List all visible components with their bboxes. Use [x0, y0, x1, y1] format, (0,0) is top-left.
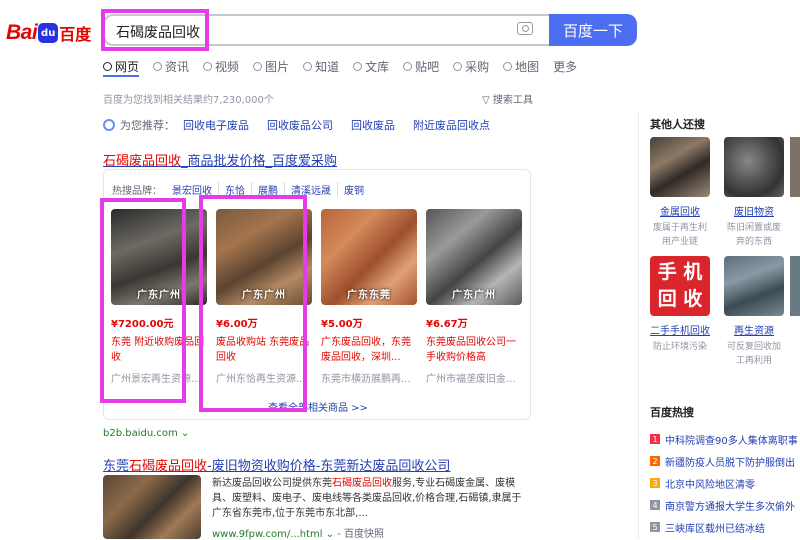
- product-card[interactable]: 广东东莞 ¥5.00万 广东废品回收，东莞废品回收，深圳... 东莞市横沥展鹏再…: [321, 209, 417, 389]
- product-name: 废品收购站 东莞废品回收: [216, 337, 310, 363]
- doc-icon: [353, 61, 363, 71]
- ad-result-title[interactable]: 石碣废品回收_商品批发价格_百度爱采购: [103, 150, 337, 169]
- hot-search-list: 1 中科院调查90多人集体离职事 2 新疆防疫人员脱下防护服倒出 3 北京中风险地区清…: [650, 428, 800, 538]
- search-tabs: 网页 资讯 视频 图片 知道 文库 贴吧 采购 地图 更多: [103, 56, 591, 76]
- product-price: ¥6.67万: [426, 319, 468, 330]
- search-query[interactable]: 石碣废品回收: [116, 22, 200, 42]
- hot-search-item[interactable]: 1 中科院调查90多人集体离职事: [650, 428, 800, 450]
- recommend-label: 为您推荐：: [120, 119, 175, 132]
- related-image: [724, 137, 784, 197]
- tab-video[interactable]: 视频: [203, 56, 239, 76]
- others-search-title: 其他人还搜: [650, 118, 705, 131]
- related-search-item[interactable]: 金属回收 废属于再生利用产业链: [650, 137, 710, 249]
- brand-link[interactable]: 东恰: [219, 182, 252, 197]
- recommend-item[interactable]: 附近废品回收点: [413, 117, 490, 133]
- hot-search-item[interactable]: 3 北京中风险地区清零: [650, 472, 800, 494]
- video-icon: [203, 61, 213, 71]
- recommend-item[interactable]: 回收废品公司: [267, 117, 333, 133]
- search-icon: [103, 61, 112, 71]
- camera-icon[interactable]: [517, 22, 533, 35]
- more-goods-link[interactable]: 查看全部相关商品 >>: [268, 399, 368, 414]
- tab-more[interactable]: 更多: [553, 56, 577, 76]
- hot-brands: 热搜品牌： 景宏回收 东恰 展鹏 清溪远晟 废铜: [112, 182, 370, 197]
- hot-search-item[interactable]: 4 南京警方通报大学生多次偷外: [650, 494, 800, 516]
- tieba-icon: [403, 61, 413, 71]
- news-icon: [153, 61, 163, 71]
- baidu-logo[interactable]: Bai du 百度: [6, 18, 91, 48]
- related-image-partial: [790, 137, 800, 197]
- product-price: ¥5.00万: [321, 319, 363, 330]
- product-card[interactable]: 广东广州 ¥6.00万 废品收购站 东莞废品回收 广州东恰再生资源...: [216, 209, 312, 389]
- hot-search-item[interactable]: 2 新疆防疫人员脱下防护服倒出: [650, 450, 800, 472]
- question-icon: [303, 61, 313, 71]
- recommend-bar: 为您推荐： 回收电子废品 回收废品公司 回收废品 附近废品回收点: [103, 117, 508, 133]
- tab-caigou[interactable]: 采购: [453, 56, 489, 76]
- image-icon: [253, 61, 263, 71]
- recommend-item[interactable]: 回收电子废品: [183, 117, 249, 133]
- active-tab-underline: [103, 75, 139, 77]
- result-url[interactable]: www.9fpw.com/...html ⌄ - 百度快照: [212, 525, 384, 540]
- tab-tieba[interactable]: 贴吧: [403, 56, 439, 76]
- related-search-item[interactable]: 再生资源 可反复回收加工再利用: [724, 256, 784, 368]
- hot-search-item[interactable]: 5 三峡库区载州已结冰结: [650, 516, 800, 538]
- tab-news[interactable]: 资讯: [153, 56, 189, 76]
- tab-zhidao[interactable]: 知道: [303, 56, 339, 76]
- tab-web[interactable]: 网页: [103, 56, 139, 76]
- product-shop: 广州景宏再生资源...: [111, 374, 201, 385]
- product-shop: 东莞市横沥展鹏再...: [321, 374, 411, 385]
- product-shop: 广州东恰再生资源...: [216, 374, 306, 385]
- product-image: 广东广州: [216, 209, 312, 305]
- product-image: 广东广州: [111, 209, 207, 305]
- column-divider: [638, 112, 639, 539]
- tab-map[interactable]: 地图: [503, 56, 539, 76]
- brand-link[interactable]: 废铜: [338, 182, 370, 197]
- logo-text: Bai: [6, 21, 38, 44]
- brand-link[interactable]: 展鹏: [252, 182, 285, 197]
- recommend-icon: [103, 119, 115, 131]
- recommend-item[interactable]: 回收废品: [351, 117, 395, 133]
- related-search-item[interactable]: 手 机回 收 二手手机回收 防止环境污染: [650, 256, 710, 354]
- tab-images[interactable]: 图片: [253, 56, 289, 76]
- search-button[interactable]: 百度一下: [549, 14, 637, 46]
- product-name: 广东废品回收，东莞废品回收，深圳...: [321, 337, 411, 363]
- related-image-partial: [790, 256, 800, 316]
- result-thumbnail[interactable]: [103, 475, 201, 539]
- map-icon: [503, 61, 513, 71]
- related-image: [650, 137, 710, 197]
- product-shop: 广州市福垄废旧金...: [426, 374, 516, 385]
- product-name: 东莞 附近收购废品回收: [111, 337, 205, 363]
- logo-text-cn: 百度: [59, 25, 92, 44]
- hot-search-title: 百度热搜: [650, 406, 694, 419]
- tab-wenku[interactable]: 文库: [353, 56, 389, 76]
- result-description: 新达废品回收公司提供东莞石碣废品回收服务,专业石碣废金属、废模具、废塑料、废电子…: [212, 478, 522, 519]
- product-card[interactable]: 广东广州 ¥7200.00元 东莞 附近收购废品回收 广州景宏再生资源...: [111, 209, 207, 389]
- related-image: [724, 256, 784, 316]
- brand-link[interactable]: 清溪远晟: [285, 182, 338, 197]
- related-search-item[interactable]: 废旧物资 陈旧闲置或废弃的东西: [724, 137, 784, 249]
- product-name: 东莞废品回收公司一手收购价格高: [426, 337, 516, 363]
- search-tools[interactable]: ▽ 搜索工具: [482, 91, 533, 106]
- source-url[interactable]: b2b.baidu.com ⌄: [103, 428, 189, 439]
- brand-link[interactable]: 景宏回收: [166, 182, 219, 197]
- product-image: 广东广州: [426, 209, 522, 305]
- product-price: ¥6.00万: [216, 319, 258, 330]
- phone-recycle-image: 手 机回 收: [650, 256, 710, 316]
- shop-icon: [453, 61, 463, 71]
- product-card[interactable]: 广东广州 ¥6.67万 东莞废品回收公司一手收购价格高 广州市福垄废旧金...: [426, 209, 522, 389]
- product-price: ¥7200.00元: [111, 319, 174, 330]
- result-title[interactable]: 东莞石碣废品回收-废旧物资收购价格-东莞新达废品回收公司: [103, 455, 450, 474]
- result-count: 百度为您找到相关结果约7,230,000个: [103, 95, 274, 106]
- paw-icon: du: [38, 23, 59, 43]
- product-image: 广东东莞: [321, 209, 417, 305]
